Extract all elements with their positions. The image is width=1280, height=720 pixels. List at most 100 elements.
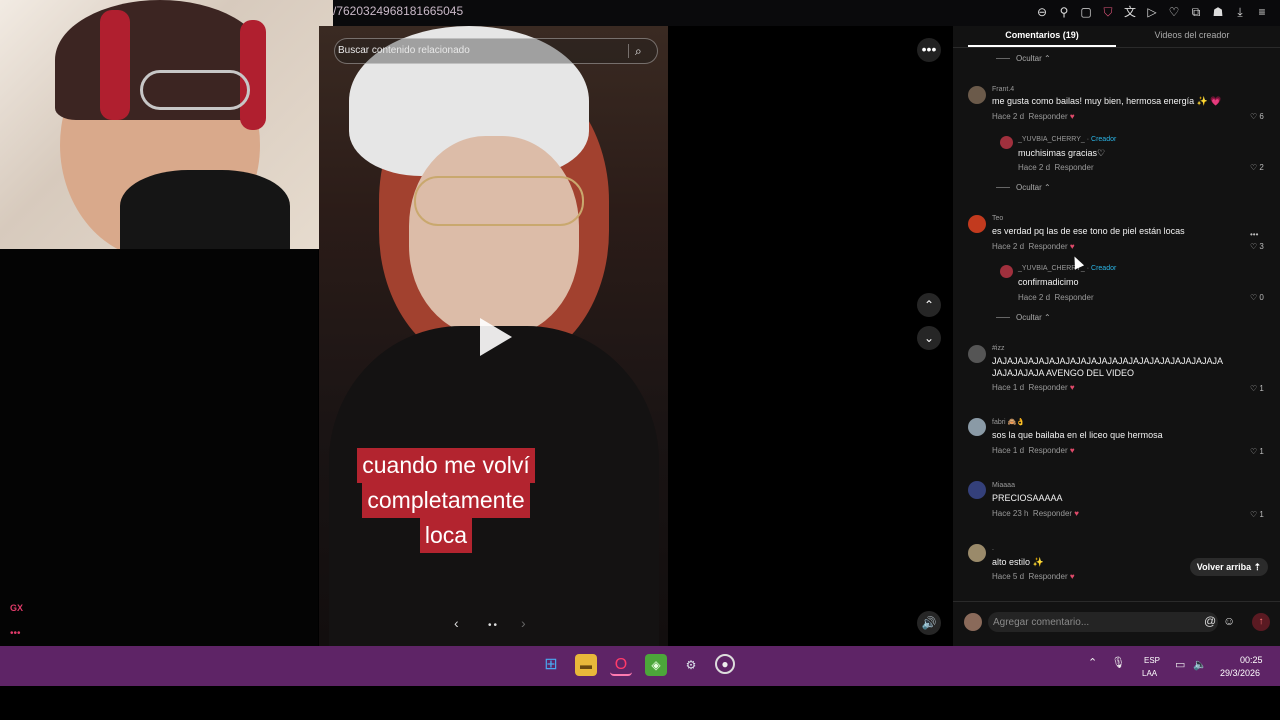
heart-icon[interactable]: ♡: [1250, 242, 1257, 251]
keyboard-layout[interactable]: LAA: [1142, 669, 1157, 678]
language-code[interactable]: ESP: [1144, 656, 1160, 665]
download-icon[interactable]: ⤓: [1232, 4, 1248, 20]
related-search-placeholder[interactable]: Buscar contenido relacionado: [338, 45, 470, 56]
bottom-black-bar: [0, 686, 1280, 720]
comment-time: Hace 2 d: [1018, 163, 1051, 172]
webcam-overlay: [0, 0, 333, 249]
hide-label: Ocultar: [1016, 183, 1042, 192]
heart-icon[interactable]: ♡: [1250, 112, 1257, 121]
tabs-divider: [953, 47, 1280, 48]
chevron-left-icon[interactable]: ‹: [454, 615, 459, 631]
chevron-up-icon[interactable]: ⌃: [1088, 656, 1097, 669]
caption-line-2: completamente: [362, 483, 530, 518]
clock-date[interactable]: 29/3/2026: [1220, 668, 1260, 678]
avatar[interactable]: [968, 418, 986, 436]
emoji-icon[interactable]: ☺: [1223, 614, 1235, 628]
url-text[interactable]: /7620324968181665045: [333, 4, 463, 18]
heart-icon[interactable]: ♡: [1250, 510, 1257, 519]
comment-placeholder[interactable]: Agregar comentario...: [993, 617, 1089, 628]
comment-username[interactable]: fabri 🙈👌: [992, 418, 1025, 426]
heart-icon[interactable]: ♡: [1166, 4, 1182, 20]
windows-start-icon[interactable]: ⊞: [540, 654, 562, 676]
speaker-icon[interactable]: 🔈: [1193, 658, 1207, 671]
like-count: 2: [1259, 163, 1264, 172]
back-to-top-button[interactable]: Volver arriba ⇡: [1190, 558, 1268, 576]
translate-icon[interactable]: 文: [1122, 4, 1138, 20]
comment-username[interactable]: .: [992, 545, 994, 552]
send-button[interactable]: ↑: [1252, 613, 1270, 631]
reply-button[interactable]: Responder: [1028, 383, 1067, 392]
menu-icon[interactable]: ≡: [1254, 4, 1270, 20]
file-explorer-icon[interactable]: ▬: [575, 654, 597, 676]
pin-icon[interactable]: ⚲: [1056, 4, 1072, 20]
hide-replies-toggle[interactable]: Ocultar ⌃: [996, 54, 1051, 63]
avatar[interactable]: [1000, 265, 1013, 278]
hide-replies-toggle[interactable]: Ocultar ⌃: [996, 313, 1051, 322]
comment-username[interactable]: _YUVBIA_CHERRY_: [1018, 136, 1085, 143]
comment-time: Hace 1 d: [992, 446, 1025, 455]
comment-more-icon[interactable]: •••: [1250, 230, 1258, 239]
reply-button[interactable]: Responder: [1028, 242, 1067, 251]
play-icon[interactable]: [480, 318, 512, 356]
reply-button[interactable]: Responder: [1028, 446, 1067, 455]
hide-label: Ocultar: [1016, 54, 1042, 63]
avatar[interactable]: [968, 481, 986, 499]
like-count: 1: [1259, 447, 1264, 456]
zoom-icon[interactable]: ⊖: [1034, 4, 1050, 20]
comment-username[interactable]: Miaaaa: [992, 482, 1015, 489]
creator-like-icon: ♥: [1069, 446, 1075, 455]
next-video-button[interactable]: ⌄: [917, 326, 941, 350]
comment-time: Hace 23 h: [992, 509, 1029, 518]
screenshot-icon[interactable]: ▢: [1078, 4, 1094, 20]
caption-line-1: cuando me volví: [357, 448, 535, 483]
reply-button[interactable]: Responder: [1028, 572, 1067, 581]
creator-like-icon: ♥: [1074, 509, 1080, 518]
headphone-left-shape: [100, 10, 130, 120]
reply-button[interactable]: Responder: [1033, 509, 1072, 518]
heart-icon[interactable]: ♡: [1250, 447, 1257, 456]
heart-icon[interactable]: ♡: [1250, 163, 1257, 172]
tab-creator-videos[interactable]: Videos del creador: [1128, 30, 1256, 40]
avatar[interactable]: [1000, 136, 1013, 149]
tab-comments[interactable]: Comentarios (19): [968, 30, 1116, 40]
comment-text: confirmadicimo: [1018, 277, 1079, 287]
heart-icon[interactable]: ♡: [1250, 293, 1257, 302]
comment-username[interactable]: Frant.4: [992, 86, 1014, 93]
sidebar-more-icon[interactable]: •••: [10, 628, 21, 639]
android-app-icon[interactable]: ◈: [645, 654, 667, 676]
shield-icon[interactable]: ⛉: [1100, 4, 1116, 20]
avatar[interactable]: [968, 345, 986, 363]
obs-icon[interactable]: ●: [715, 654, 735, 674]
avatar[interactable]: [968, 86, 986, 104]
network-icon[interactable]: ▭: [1175, 658, 1185, 671]
steam-icon[interactable]: ⚙: [680, 654, 702, 676]
comment-username[interactable]: Teo: [992, 215, 1003, 222]
comment-username[interactable]: #izz: [992, 345, 1004, 352]
reply-button[interactable]: Responder: [1054, 293, 1093, 302]
volume-button[interactable]: 🔊: [917, 611, 941, 635]
hide-replies-toggle[interactable]: Ocultar ⌃: [996, 183, 1051, 192]
previous-video-button[interactable]: ⌃: [917, 293, 941, 317]
like-count: 1: [1259, 510, 1264, 519]
heart-icon[interactable]: ♡: [1250, 384, 1257, 393]
avatar[interactable]: [968, 215, 986, 233]
microphone-icon[interactable]: 🎙: [1111, 656, 1125, 669]
play-icon[interactable]: ▷: [1144, 4, 1160, 20]
clock-time[interactable]: 00:25: [1240, 655, 1263, 665]
creator-like-icon: ♥: [1069, 572, 1075, 581]
comment-time: Hace 1 d: [992, 383, 1025, 392]
profile-icon[interactable]: ☗: [1210, 4, 1226, 20]
avatar[interactable]: [968, 544, 986, 562]
chevron-right-icon[interactable]: ›: [521, 615, 526, 631]
gx-sidebar-label[interactable]: GX: [10, 603, 23, 613]
hide-label: Ocultar: [1016, 313, 1042, 322]
comment-text: es verdad pq las de ese tono de piel est…: [992, 226, 1185, 236]
more-options-button[interactable]: •••: [917, 38, 941, 62]
opera-gx-icon[interactable]: O: [610, 654, 632, 676]
search-icon[interactable]: ⌕: [635, 44, 642, 59]
reply-button[interactable]: Responder: [1028, 112, 1067, 121]
comment-time: Hace 2 d: [1018, 293, 1051, 302]
mention-icon[interactable]: @: [1204, 614, 1216, 628]
reply-button[interactable]: Responder: [1054, 163, 1093, 172]
extensions-icon[interactable]: ⧉: [1188, 4, 1204, 20]
